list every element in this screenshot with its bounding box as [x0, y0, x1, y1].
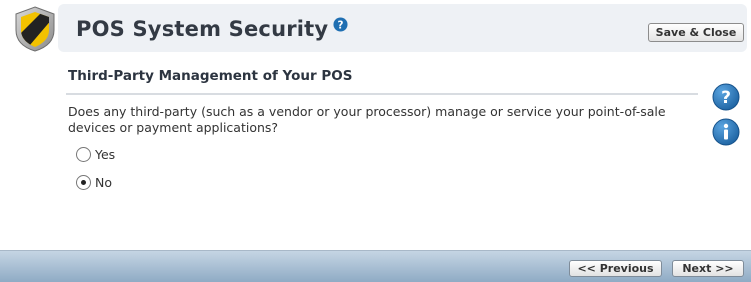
- save-close-button[interactable]: Save & Close: [648, 23, 744, 42]
- footer-bar: << Previous Next >>: [0, 250, 751, 282]
- radio-yes[interactable]: [76, 147, 91, 162]
- option-yes[interactable]: Yes: [76, 147, 115, 162]
- radio-selected-dot: [81, 180, 86, 185]
- option-no[interactable]: No: [76, 175, 112, 190]
- svg-text:?: ?: [721, 88, 731, 108]
- page-title: POS System Security: [76, 17, 329, 41]
- help-icon[interactable]: ?: [333, 16, 348, 32]
- help-icon[interactable]: ?: [712, 83, 740, 111]
- wizard-panel: POS System Security ? Save & Close Third…: [0, 0, 751, 282]
- radio-no[interactable]: [76, 175, 91, 190]
- question-text: Does any third-party (such as a vendor o…: [68, 104, 666, 135]
- shield-icon: [15, 6, 55, 52]
- info-icon[interactable]: [712, 118, 740, 146]
- option-no-label: No: [95, 175, 112, 190]
- title-group: POS System Security ?: [76, 14, 348, 44]
- next-button[interactable]: Next >>: [672, 260, 744, 277]
- svg-text:?: ?: [338, 19, 344, 31]
- divider: [66, 93, 698, 95]
- header: POS System Security ? Save & Close: [0, 0, 751, 56]
- option-yes-label: Yes: [95, 147, 116, 162]
- section-title: Third-Party Management of Your POS: [68, 68, 353, 84]
- previous-button[interactable]: << Previous: [569, 260, 662, 277]
